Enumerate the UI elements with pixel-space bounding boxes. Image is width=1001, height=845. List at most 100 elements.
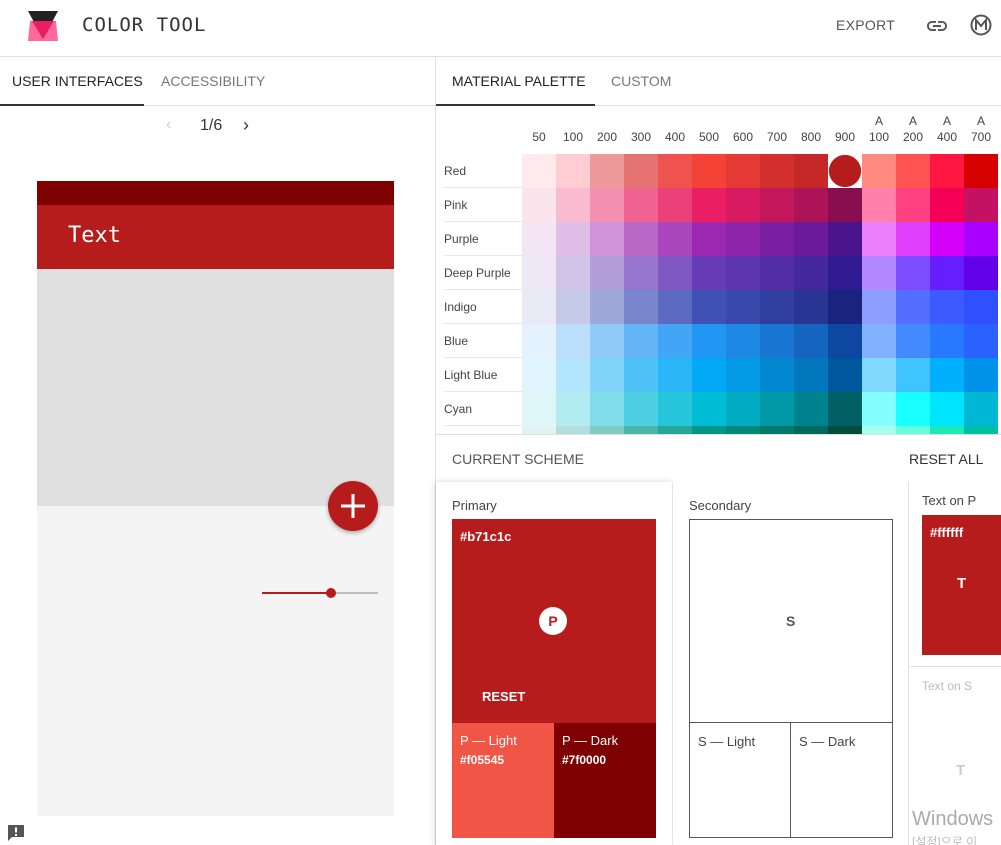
color-tool-logo-icon[interactable]: [28, 11, 58, 41]
palette-swatch[interactable]: [760, 222, 794, 256]
palette-swatch[interactable]: [658, 392, 692, 426]
palette-swatch[interactable]: [692, 222, 726, 256]
palette-swatch[interactable]: [930, 256, 964, 290]
palette-swatch[interactable]: [964, 358, 998, 392]
palette-swatch[interactable]: [726, 392, 760, 426]
palette-swatch[interactable]: [556, 256, 590, 290]
palette-swatch[interactable]: [964, 154, 998, 188]
palette-swatch[interactable]: [522, 222, 556, 256]
palette-swatch[interactable]: [794, 392, 828, 426]
palette-swatch[interactable]: [896, 426, 930, 434]
palette-swatch[interactable]: [760, 358, 794, 392]
primary-light-swatch[interactable]: P — Light #f05545: [452, 723, 554, 838]
palette-swatch[interactable]: [692, 392, 726, 426]
palette-swatch[interactable]: [964, 256, 998, 290]
palette-swatch[interactable]: [726, 290, 760, 324]
palette-swatch[interactable]: [658, 358, 692, 392]
palette-swatch[interactable]: [726, 358, 760, 392]
palette-swatch[interactable]: [522, 324, 556, 358]
palette-swatch[interactable]: [590, 290, 624, 324]
palette-swatch[interactable]: [658, 426, 692, 434]
palette-swatch[interactable]: [590, 256, 624, 290]
palette-swatch[interactable]: [522, 392, 556, 426]
palette-swatch[interactable]: [964, 188, 998, 222]
palette-swatch[interactable]: [794, 426, 828, 434]
palette-swatch[interactable]: [522, 188, 556, 222]
palette-swatch[interactable]: [828, 426, 862, 434]
palette-swatch[interactable]: [794, 188, 828, 222]
palette-swatch[interactable]: [658, 222, 692, 256]
palette-swatch[interactable]: [930, 392, 964, 426]
preview-slider-thumb[interactable]: [326, 588, 336, 598]
palette-swatch[interactable]: [862, 290, 896, 324]
primary-reset-button[interactable]: RESET: [482, 689, 525, 704]
palette-swatch[interactable]: [556, 392, 590, 426]
palette-swatch[interactable]: [692, 358, 726, 392]
prev-page-button[interactable]: ‹: [166, 116, 171, 134]
palette-swatch[interactable]: [556, 222, 590, 256]
palette-swatch[interactable]: [658, 188, 692, 222]
palette-swatch[interactable]: [862, 392, 896, 426]
palette-swatch[interactable]: [828, 290, 862, 324]
palette-swatch[interactable]: [760, 256, 794, 290]
palette-swatch[interactable]: [522, 426, 556, 434]
palette-swatch[interactable]: [556, 358, 590, 392]
palette-swatch[interactable]: [590, 358, 624, 392]
secondary-light-swatch[interactable]: S — Light: [689, 722, 791, 838]
palette-swatch[interactable]: [726, 222, 760, 256]
palette-swatch[interactable]: [964, 290, 998, 324]
palette-swatch[interactable]: [522, 290, 556, 324]
palette-swatch[interactable]: [862, 256, 896, 290]
palette-swatch[interactable]: [828, 222, 862, 256]
palette-swatch[interactable]: [556, 188, 590, 222]
palette-swatch[interactable]: [760, 154, 794, 188]
palette-swatch[interactable]: [862, 426, 896, 434]
tab-user-interfaces[interactable]: USER INTERFACES: [0, 57, 144, 106]
palette-swatch[interactable]: [862, 222, 896, 256]
reset-all-button[interactable]: RESET ALL: [909, 451, 983, 467]
palette-swatch[interactable]: [862, 324, 896, 358]
palette-swatch[interactable]: [624, 358, 658, 392]
palette-swatch[interactable]: [828, 188, 862, 222]
palette-swatch[interactable]: [692, 290, 726, 324]
tab-custom[interactable]: CUSTOM: [611, 57, 671, 106]
palette-swatch[interactable]: [624, 222, 658, 256]
palette-swatch[interactable]: [658, 256, 692, 290]
palette-swatch[interactable]: [760, 290, 794, 324]
palette-swatch[interactable]: [828, 324, 862, 358]
palette-swatch[interactable]: [726, 256, 760, 290]
palette-swatch[interactable]: [692, 154, 726, 188]
palette-swatch[interactable]: [862, 358, 896, 392]
palette-swatch[interactable]: [590, 188, 624, 222]
palette-swatch[interactable]: [624, 324, 658, 358]
palette-swatch[interactable]: [862, 154, 896, 188]
palette-swatch[interactable]: [794, 358, 828, 392]
link-icon[interactable]: [925, 14, 949, 38]
palette-swatch[interactable]: [794, 256, 828, 290]
palette-swatch[interactable]: [760, 426, 794, 434]
palette-swatch[interactable]: [896, 188, 930, 222]
palette-swatch[interactable]: [726, 154, 760, 188]
palette-swatch[interactable]: [794, 154, 828, 188]
palette-swatch[interactable]: [760, 392, 794, 426]
palette-swatch[interactable]: [692, 256, 726, 290]
palette-swatch[interactable]: [522, 358, 556, 392]
export-button[interactable]: EXPORT: [836, 17, 895, 33]
palette-swatch[interactable]: [590, 222, 624, 256]
palette-swatch[interactable]: [896, 290, 930, 324]
palette-swatch[interactable]: [828, 256, 862, 290]
m-circle-icon[interactable]: [970, 14, 992, 36]
palette-swatch[interactable]: [930, 324, 964, 358]
palette-swatch[interactable]: [760, 188, 794, 222]
palette-swatch[interactable]: [896, 324, 930, 358]
palette-swatch[interactable]: [692, 324, 726, 358]
palette-swatch[interactable]: [930, 188, 964, 222]
palette-swatch[interactable]: [794, 290, 828, 324]
palette-swatch[interactable]: [624, 426, 658, 434]
palette-swatch[interactable]: [624, 188, 658, 222]
palette-swatch[interactable]: [624, 392, 658, 426]
feedback-icon[interactable]: [7, 824, 25, 842]
palette-swatch[interactable]: [964, 392, 998, 426]
secondary-dark-swatch[interactable]: S — Dark: [790, 722, 893, 838]
secondary-swatch[interactable]: S: [689, 519, 893, 723]
